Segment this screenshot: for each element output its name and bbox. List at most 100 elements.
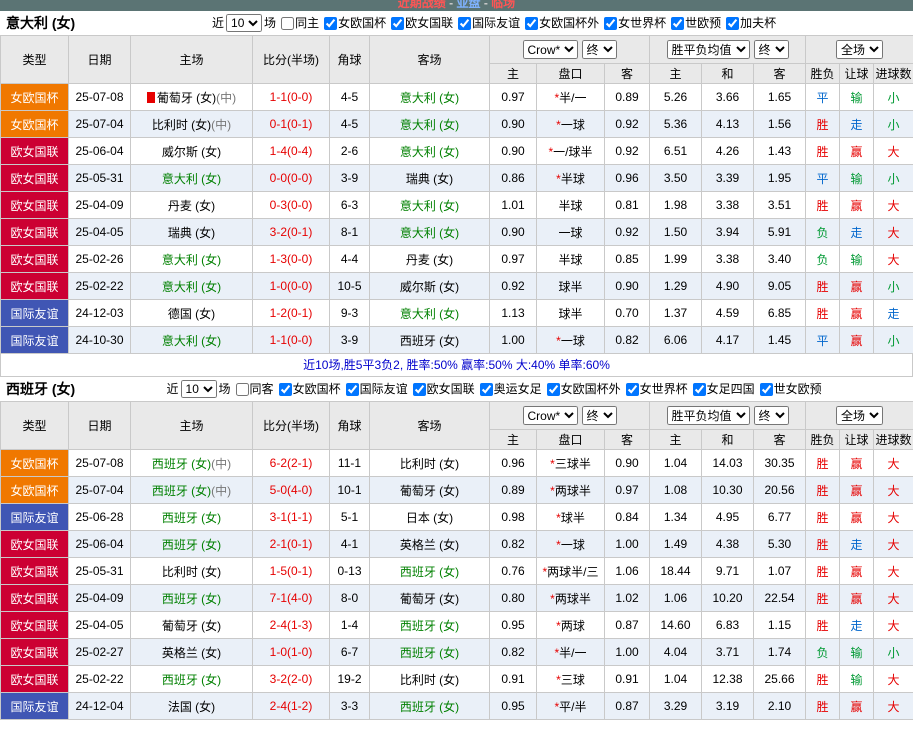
table-row: 欧女国联 25-02-26 意大利 (女) 1-3(0-0) 4-4 丹麦 (女) 0.97… [0, 245, 913, 273]
odds-time-select[interactable]: 终 [581, 40, 617, 59]
odds-source-select[interactable]: Crow* [522, 40, 578, 59]
cell-away-team: 西班牙 (女) [369, 611, 490, 639]
team-name[interactable]: 日本 (女) [406, 511, 453, 525]
team-name[interactable]: 西班牙 (女) [400, 565, 459, 579]
cell-avg-away: 22.54 [752, 584, 807, 612]
competition-checkbox[interactable] [525, 16, 539, 30]
team-name[interactable]: 瑞典 (女) [168, 226, 215, 240]
cell-home-team: 丹麦 (女) [130, 191, 253, 219]
team-name[interactable]: 意大利 (女) [162, 334, 221, 348]
team-name[interactable]: 西班牙 (女) [400, 700, 459, 714]
col-header-corners: 角球 [329, 35, 370, 84]
team-name[interactable]: 西班牙 (女) [162, 538, 221, 552]
team-name[interactable]: 西班牙 (女) [162, 673, 221, 687]
handicap-text: 一球 [558, 225, 583, 240]
cell-corners: 8-0 [329, 584, 370, 612]
avg-type-select[interactable]: 胜平负均值 [666, 40, 750, 59]
table-body: 女欧国杯 25-07-08 葡萄牙 (女)(中) 1-1(0-0) 4-5 意大利 (女)… [0, 83, 913, 354]
top-navigation-text: 近期战绩 - 亚盘 - 临场 [0, 0, 913, 10]
team-name[interactable]: 丹麦 (女) [406, 253, 453, 267]
competition-checkbox[interactable] [391, 16, 405, 30]
cell-score: 1-0(1-0) [252, 638, 330, 666]
competition-checkbox[interactable] [412, 382, 426, 396]
odds-source-select[interactable]: Crow* [522, 406, 578, 425]
competition-checkbox[interactable] [604, 16, 618, 30]
cell-avg-draw: 4.59 [701, 299, 754, 327]
team-name[interactable]: 英格兰 (女) [162, 646, 221, 660]
team-name[interactable]: 意大利 (女) [400, 91, 459, 105]
team-name[interactable]: 葡萄牙 (女) [162, 619, 221, 633]
handicap-text: 两球 [560, 618, 585, 633]
team-name[interactable]: 意大利 (女) [162, 253, 221, 267]
team-name[interactable]: 西班牙 (女) [400, 619, 459, 633]
team-name[interactable]: 西班牙 (女) [152, 457, 211, 471]
competition-checkbox[interactable] [671, 16, 685, 30]
team-name[interactable]: 比利时 (女) [152, 118, 211, 132]
team-name[interactable]: 意大利 (女) [400, 118, 459, 132]
same-venue-checkbox[interactable] [235, 382, 249, 396]
team-name[interactable]: 葡萄牙 (女) [400, 484, 459, 498]
team-name[interactable]: 比利时 (女) [400, 457, 459, 471]
team-name[interactable]: 西班牙 (女) [162, 592, 221, 606]
team-name[interactable]: 英格兰 (女) [400, 538, 459, 552]
col-header-home: 主场 [130, 401, 253, 450]
competition-checkbox[interactable] [345, 382, 359, 396]
cell-handicap: 半球 [536, 245, 605, 273]
team-name[interactable]: 葡萄牙 (女) [157, 91, 216, 105]
team-name[interactable]: 西班牙 (女) [152, 484, 211, 498]
cell-avg-draw: 4.17 [701, 326, 754, 354]
competition-label: 世女欧预 [773, 381, 822, 396]
team-name[interactable]: 意大利 (女) [162, 280, 221, 294]
team-name[interactable]: 法国 (女) [168, 700, 215, 714]
team-name[interactable]: 意大利 (女) [400, 307, 459, 321]
handicap-text: 半球 [560, 171, 585, 186]
cell-avg-draw: 4.38 [701, 530, 754, 558]
competition-checkbox[interactable] [278, 382, 292, 396]
match-count-select[interactable]: 10 [180, 380, 217, 399]
competition-checkbox[interactable] [625, 382, 639, 396]
team-name[interactable]: 西班牙 (女) [162, 511, 221, 525]
team-name[interactable]: 比利时 (女) [400, 673, 459, 687]
scope-select[interactable]: 全场 [836, 406, 884, 425]
handicap-text: 两球半 [554, 591, 591, 606]
handicap-text: 球半 [558, 279, 583, 294]
team-name[interactable]: 意大利 (女) [400, 226, 459, 240]
competition-checkbox[interactable] [458, 16, 472, 30]
table-row: 欧女国联 25-06-04 西班牙 (女) 2-1(0-1) 4-1 英格兰 (女) 0.8… [0, 530, 913, 558]
match-count-select[interactable]: 10 [226, 14, 263, 33]
cell-result-wdl: 胜 [805, 272, 841, 300]
team-name[interactable]: 比利时 (女) [162, 565, 221, 579]
scope-select[interactable]: 全场 [836, 40, 884, 59]
avg-time-select[interactable]: 终 [753, 406, 789, 425]
team-name[interactable]: 葡萄牙 (女) [400, 592, 459, 606]
team-name[interactable]: 西班牙 (女) [400, 646, 459, 660]
competition-checkbox[interactable] [324, 16, 338, 30]
team-name[interactable]: 西班牙 (女) [400, 334, 459, 348]
team-name[interactable]: 威尔斯 (女) [400, 280, 459, 294]
odds-time-select[interactable]: 终 [581, 406, 617, 425]
avg-type-select[interactable]: 胜平负均值 [666, 406, 750, 425]
cell-odds-away: 0.82 [604, 326, 650, 354]
team-name[interactable]: 丹麦 (女) [168, 199, 215, 213]
competition-checkbox[interactable] [692, 382, 706, 396]
col-header-avg-draw: 和 [701, 63, 754, 84]
team-name[interactable]: 意大利 (女) [400, 145, 459, 159]
competition-checkbox[interactable] [479, 382, 493, 396]
cell-away-team: 比利时 (女) [369, 665, 490, 693]
competition-checkbox[interactable] [726, 16, 740, 30]
matches-label: 场 [264, 15, 277, 30]
same-venue-checkbox[interactable] [281, 16, 295, 30]
cell-avg-away: 5.91 [752, 218, 807, 246]
competition-checkbox[interactable] [759, 382, 773, 396]
competition-checkbox[interactable] [546, 382, 560, 396]
cell-avg-home: 1.34 [649, 503, 702, 531]
avg-time-select[interactable]: 终 [753, 40, 789, 59]
team-name[interactable]: 威尔斯 (女) [162, 145, 221, 159]
cell-avg-away: 20.56 [752, 476, 807, 504]
team-name[interactable]: 意大利 (女) [162, 172, 221, 186]
team-name[interactable]: 瑞典 (女) [406, 172, 453, 186]
team-name[interactable]: 德国 (女) [168, 307, 215, 321]
team-name[interactable]: 意大利 (女) [400, 199, 459, 213]
cell-handicap: *半球 [536, 164, 605, 192]
cell-result-wdl: 胜 [805, 503, 841, 531]
